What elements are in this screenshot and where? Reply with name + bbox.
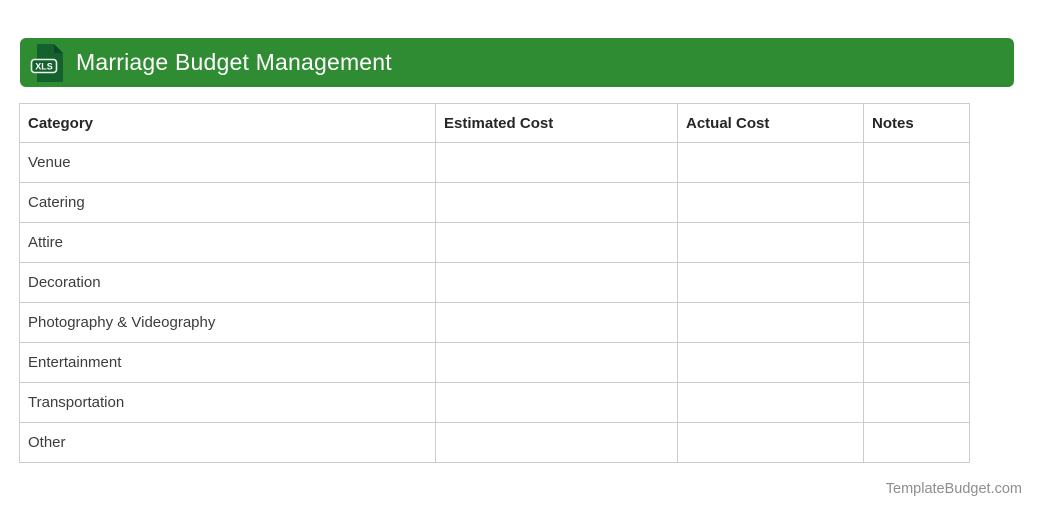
xls-icon-label: XLS [35,61,53,71]
estimated-cost-cell [435,262,678,303]
table-row: Other [19,422,970,463]
category-cell: Entertainment [19,342,436,383]
actual-cost-cell [677,222,864,263]
actual-cost-cell [677,182,864,223]
column-header-estimated-cost: Estimated Cost [435,103,678,143]
actual-cost-cell [677,142,864,183]
table-row: Transportation [19,382,970,423]
estimated-cost-cell [435,302,678,343]
actual-cost-cell [677,302,864,343]
estimated-cost-cell [435,222,678,263]
category-cell: Other [19,422,436,463]
column-header-category: Category [19,103,436,143]
notes-cell [863,422,970,463]
estimated-cost-cell [435,342,678,383]
estimated-cost-cell [435,382,678,423]
page: XLS Marriage Budget Management Category … [0,0,1040,520]
estimated-cost-cell [435,142,678,183]
notes-cell [863,302,970,343]
header-bar: XLS Marriage Budget Management [20,38,1014,87]
xls-file-icon: XLS [30,43,63,82]
table-header-row: Category Estimated Cost Actual Cost Note… [19,103,970,143]
actual-cost-cell [677,382,864,423]
estimated-cost-cell [435,182,678,223]
notes-cell [863,342,970,383]
notes-cell [863,182,970,223]
budget-table: Category Estimated Cost Actual Cost Note… [19,103,970,463]
notes-cell [863,142,970,183]
category-cell: Catering [19,182,436,223]
estimated-cost-cell [435,422,678,463]
category-cell: Decoration [19,262,436,303]
table-row: Attire [19,222,970,263]
category-cell: Venue [19,142,436,183]
actual-cost-cell [677,262,864,303]
table-row: Entertainment [19,342,970,383]
category-cell: Photography & Videography [19,302,436,343]
table-row: Catering [19,182,970,223]
category-cell: Attire [19,222,436,263]
page-title: Marriage Budget Management [76,49,392,75]
table-row: Venue [19,142,970,183]
column-header-notes: Notes [863,103,970,143]
notes-cell [863,262,970,303]
notes-cell [863,382,970,423]
actual-cost-cell [677,422,864,463]
category-cell: Transportation [19,382,436,423]
notes-cell [863,222,970,263]
column-header-actual-cost: Actual Cost [677,103,864,143]
table-row: Decoration [19,262,970,303]
actual-cost-cell [677,342,864,383]
footer-credit: TemplateBudget.com [885,481,1022,497]
table-row: Photography & Videography [19,302,970,343]
